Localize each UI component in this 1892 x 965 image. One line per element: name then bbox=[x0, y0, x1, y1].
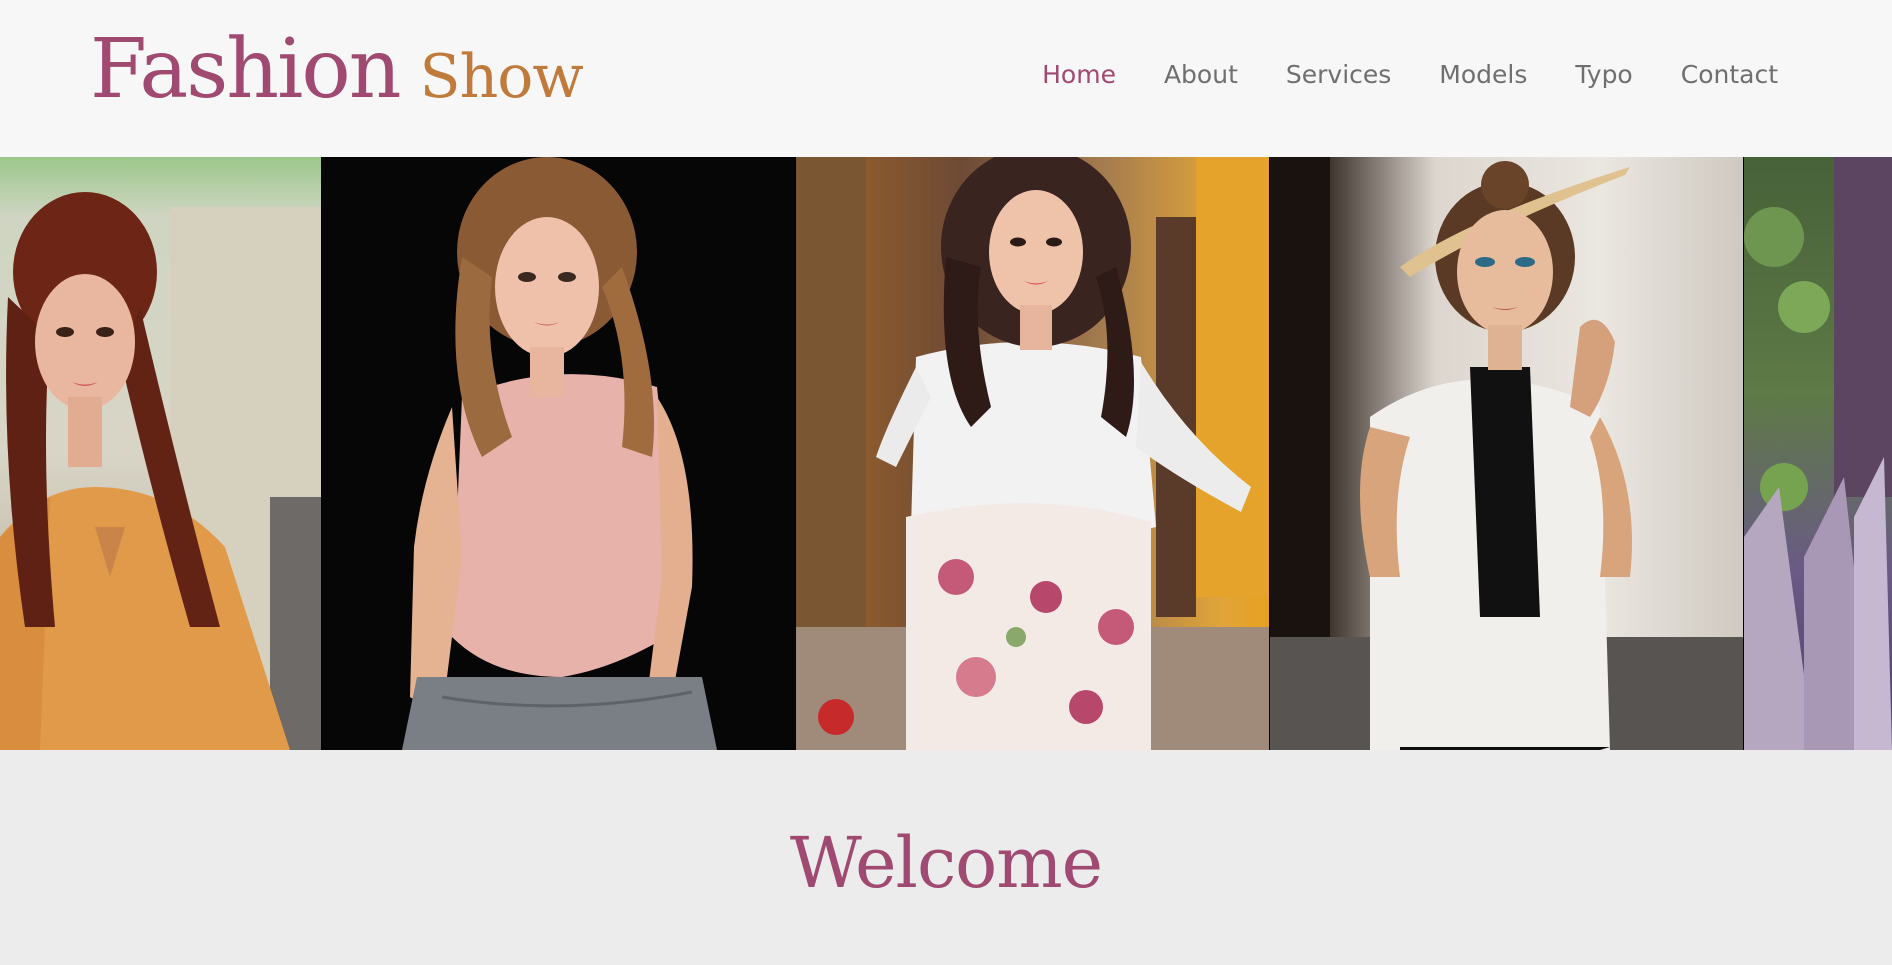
nav-models[interactable]: Models bbox=[1439, 60, 1527, 89]
gallery-photo-3[interactable] bbox=[796, 157, 1269, 750]
logo-text-show: Show bbox=[419, 42, 584, 112]
main-nav: Home About Services Models Typo Contact bbox=[994, 60, 1778, 89]
site-header: Fashion Show Home About Services Models T… bbox=[0, 0, 1892, 157]
nav-contact[interactable]: Contact bbox=[1681, 60, 1778, 89]
gallery-photo-5[interactable] bbox=[1744, 157, 1892, 750]
gallery-photo-2[interactable] bbox=[322, 157, 795, 750]
photo-plants bbox=[1744, 157, 1892, 750]
nav-about[interactable]: About bbox=[1164, 60, 1238, 89]
gallery-photo-1[interactable] bbox=[0, 157, 321, 750]
nav-typo[interactable]: Typo bbox=[1575, 60, 1632, 89]
photo-woman-pink-top bbox=[402, 157, 717, 750]
model-gallery bbox=[0, 157, 1892, 750]
logo-text-fashion: Fashion bbox=[90, 22, 402, 117]
welcome-heading: Welcome bbox=[789, 822, 1103, 904]
nav-services[interactable]: Services bbox=[1286, 60, 1391, 89]
photo-woman-white-lace bbox=[796, 157, 1269, 750]
gallery-photo-4[interactable] bbox=[1270, 157, 1743, 750]
site-logo[interactable]: Fashion Show bbox=[90, 22, 584, 117]
photo-woman-white-vest bbox=[1270, 157, 1743, 750]
photo-woman-orange-sweater bbox=[0, 192, 321, 750]
nav-home[interactable]: Home bbox=[1042, 60, 1116, 89]
